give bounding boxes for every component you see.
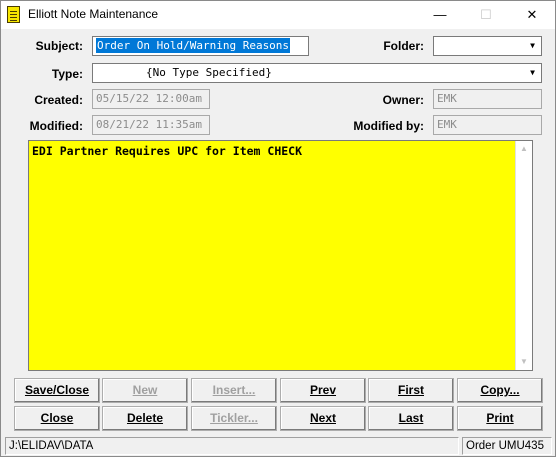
created-label: Created: (34, 93, 83, 107)
close-window-button[interactable]: ✕ (509, 1, 555, 29)
first-button[interactable]: First (368, 378, 454, 403)
note-text: EDI Partner Requires UPC for Item CHECK (32, 144, 303, 158)
arrow-down-icon[interactable]: ▼ (516, 354, 532, 370)
modified-field: 08/21/22 11:35am (92, 115, 210, 135)
created-field: 05/15/22 12:00am (92, 89, 210, 109)
type-label: Type: (51, 67, 83, 81)
status-order: Order UMU435 (462, 437, 552, 455)
chevron-down-icon[interactable]: ▼ (525, 38, 540, 54)
type-select[interactable]: {No Type Specified} ▼ (92, 63, 542, 83)
status-path: J:\ELIDAV\DATA (5, 437, 459, 455)
status-bar: J:\ELIDAV\DATA Order UMU435 (2, 436, 554, 456)
modified-label: Modified: (29, 119, 83, 133)
print-button[interactable]: Print (457, 406, 543, 431)
delete-button[interactable]: Delete (102, 406, 188, 431)
copy-button[interactable]: Copy... (457, 378, 543, 403)
note-scrollbar[interactable]: ▲ ▼ (515, 141, 532, 370)
title-bar[interactable]: Elliott Note Maintenance — ☐ ✕ (1, 1, 555, 29)
subject-value: Order On Hold/Warning Reasons (96, 38, 291, 53)
modified-by-label: Modified by: (353, 119, 424, 133)
type-value: {No Type Specified} (146, 66, 272, 79)
maximize-button[interactable]: ☐ (463, 1, 509, 29)
minimize-button[interactable]: — (417, 1, 463, 29)
folder-select[interactable]: ▼ (433, 36, 542, 56)
note-pad-icon (7, 6, 20, 23)
prev-button[interactable]: Prev (280, 378, 366, 403)
next-button[interactable]: Next (280, 406, 366, 431)
close-button[interactable]: Close (14, 406, 100, 431)
modified-value: 08/21/22 11:35am (96, 118, 202, 131)
new-button[interactable]: New (102, 378, 188, 403)
owner-field: EMK (433, 89, 542, 109)
window-title: Elliott Note Maintenance (28, 7, 159, 21)
folder-label: Folder: (383, 39, 424, 53)
modified-by-field: EMK (433, 115, 542, 135)
note-maintenance-window: Elliott Note Maintenance — ☐ ✕ Subject: … (0, 0, 556, 457)
subject-input[interactable]: Order On Hold/Warning Reasons (92, 36, 309, 56)
arrow-up-icon[interactable]: ▲ (516, 141, 532, 157)
save-close-button[interactable]: Save/Close (14, 378, 100, 403)
owner-value: EMK (437, 92, 457, 105)
owner-label: Owner: (382, 93, 424, 107)
subject-label: Subject: (35, 39, 83, 53)
created-value: 05/15/22 12:00am (96, 92, 202, 105)
insert-button[interactable]: Insert... (191, 378, 277, 403)
tickler-button[interactable]: Tickler... (191, 406, 277, 431)
chevron-down-icon[interactable]: ▼ (525, 65, 540, 81)
note-text-area[interactable]: EDI Partner Requires UPC for Item CHECK … (28, 140, 533, 371)
modified-by-value: EMK (437, 118, 457, 131)
last-button[interactable]: Last (368, 406, 454, 431)
